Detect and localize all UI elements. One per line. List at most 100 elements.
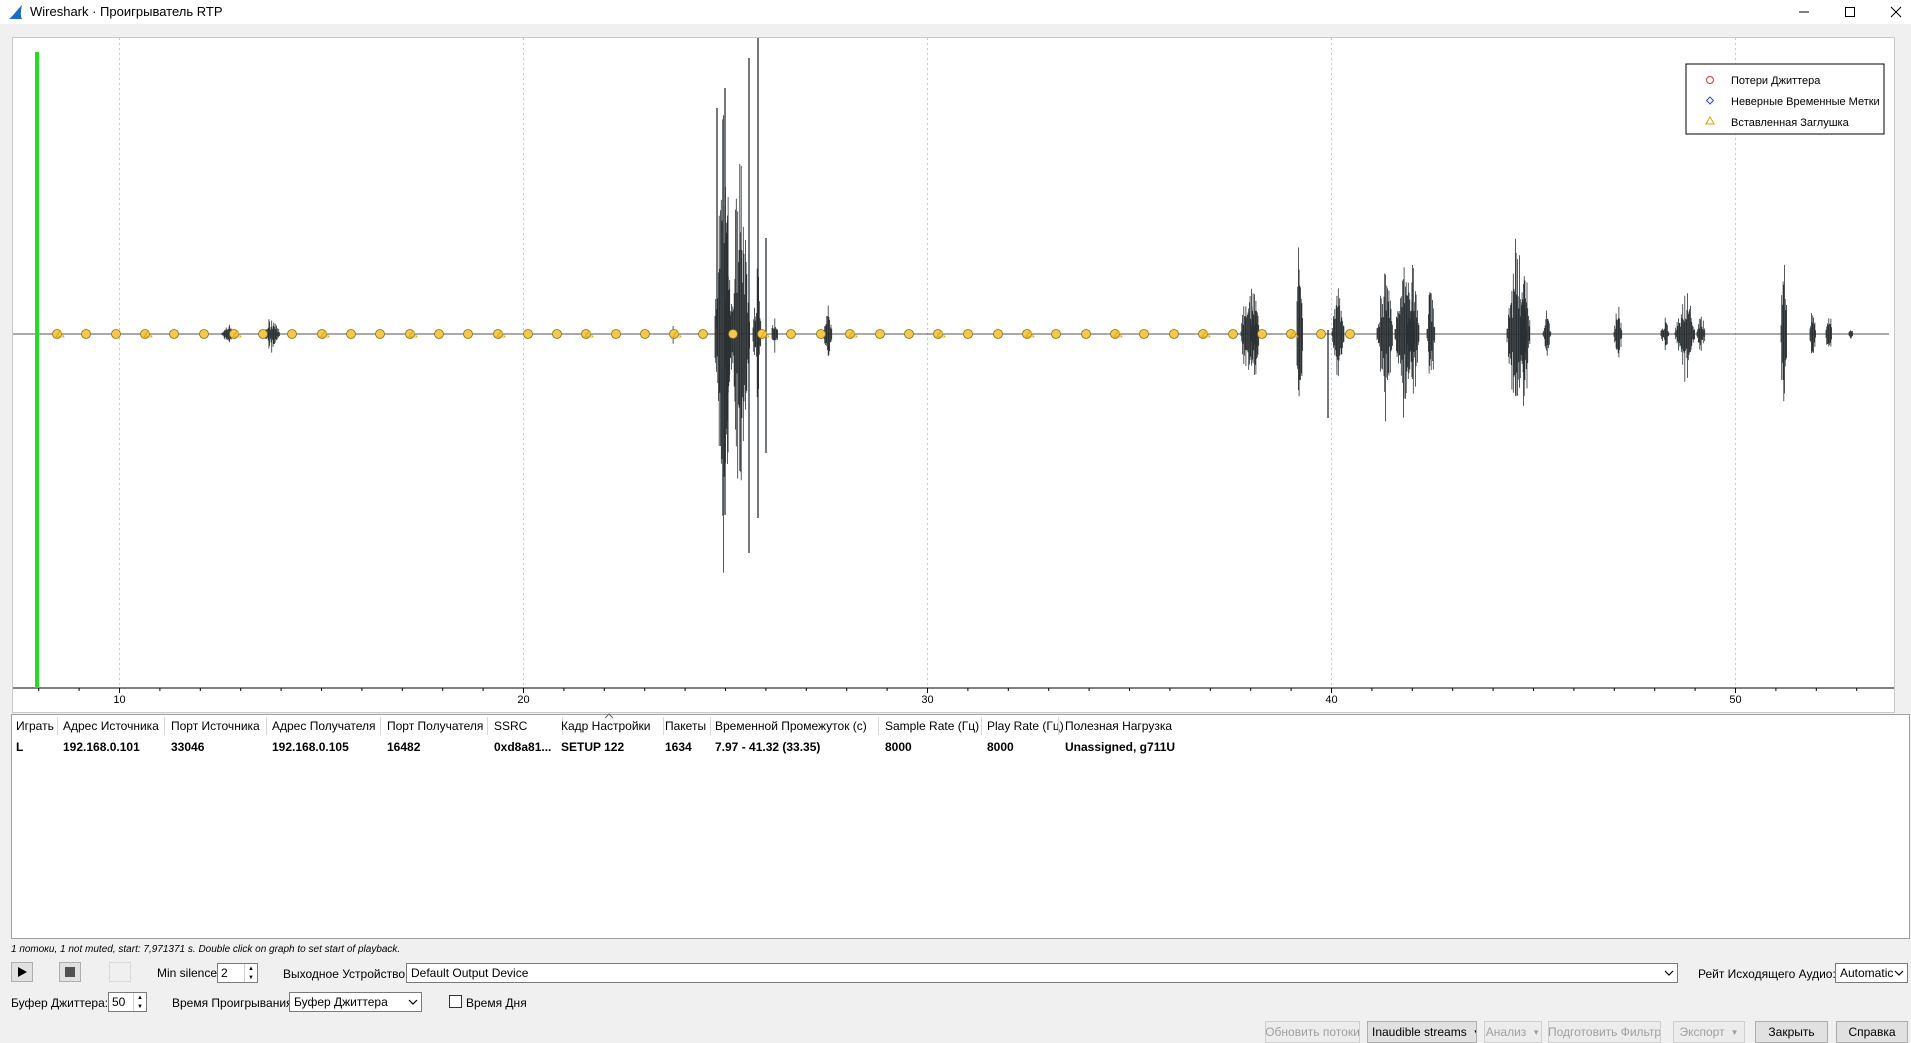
jitter-buffer-spinbox[interactable]: 50 ▲ ▼ bbox=[108, 992, 147, 1012]
output-device-label: Выходное Устройство: bbox=[283, 967, 409, 981]
wireshark-fin-icon bbox=[9, 5, 22, 19]
waveform-trace bbox=[221, 38, 1853, 573]
sort-indicator-icon bbox=[604, 713, 614, 719]
spin-down-icon[interactable]: ▼ bbox=[134, 1002, 146, 1011]
silence-marker bbox=[698, 329, 708, 339]
col-dst-addr[interactable]: Адрес Получателя bbox=[272, 719, 376, 733]
help-button[interactable]: Справка bbox=[1836, 1021, 1908, 1043]
col-time-span[interactable]: Временной Промежуток (с) bbox=[715, 719, 867, 733]
table-header: Играть Адрес Источника Порт Источника Ад… bbox=[12, 713, 1909, 735]
output-rate-label: Рейт Исходящего Аудио: bbox=[1698, 967, 1836, 981]
silence-marker bbox=[346, 329, 356, 339]
col-play-rate[interactable]: Play Rate (Гц) bbox=[987, 719, 1064, 733]
legend-inserted-silence: Вставленная Заглушка bbox=[1731, 117, 1850, 129]
cell-setup-frame: SETUP 122 bbox=[561, 740, 625, 754]
pause-button[interactable] bbox=[109, 962, 131, 982]
cell-dst-addr: 192.168.0.105 bbox=[272, 740, 349, 754]
col-play[interactable]: Играть bbox=[16, 719, 54, 733]
x-tick-label: 20 bbox=[517, 694, 529, 706]
silence-marker bbox=[816, 329, 826, 339]
chevron-down-icon bbox=[1664, 970, 1674, 976]
playback-time-select[interactable]: Буфер Джиттера bbox=[289, 992, 422, 1012]
rtp-waveform-graph[interactable]: 10 20 30 40 50 Потери Джиттера Неверные Врем… bbox=[12, 37, 1895, 713]
silence-marker bbox=[552, 329, 562, 339]
chevron-down-icon bbox=[1894, 970, 1904, 976]
col-setup-frame[interactable]: Кадр Настройки bbox=[561, 719, 651, 733]
silence-marker bbox=[199, 329, 209, 339]
playhead-marker[interactable] bbox=[35, 52, 39, 688]
silence-marker bbox=[875, 329, 885, 339]
jitter-buffer-label: Буфер Джиттера: bbox=[11, 996, 109, 1010]
silence-marker bbox=[463, 329, 473, 339]
window-title: Wireshark · Проигрыватель RTP bbox=[30, 4, 223, 19]
silence-marker bbox=[258, 329, 268, 339]
cell-ssrc: 0xd8a81... bbox=[494, 740, 552, 754]
silence-marker bbox=[640, 329, 650, 339]
dropdown-arrow-icon: ▼ bbox=[1532, 1027, 1541, 1037]
export-button[interactable]: Экспорт ▼ bbox=[1673, 1021, 1745, 1043]
spin-up-icon[interactable]: ▲ bbox=[245, 964, 257, 973]
silence-marker bbox=[786, 329, 796, 339]
maximize-button[interactable] bbox=[1827, 0, 1873, 24]
grid-lines bbox=[119, 38, 1736, 688]
inaudible-streams-button[interactable]: Inaudible streams▼ bbox=[1367, 1021, 1477, 1043]
min-silence-spinbox[interactable]: 2 ▲ ▼ bbox=[217, 963, 258, 983]
stop-icon bbox=[65, 967, 75, 977]
stop-button[interactable] bbox=[59, 962, 81, 982]
silence-marker bbox=[1316, 329, 1326, 339]
minimize-button[interactable] bbox=[1781, 0, 1827, 24]
close-icon bbox=[1890, 6, 1902, 18]
col-ssrc[interactable]: SSRC bbox=[494, 719, 527, 733]
silence-marker bbox=[287, 329, 297, 339]
status-hint: 1 потоки, 1 not muted, start: 7,971371 s… bbox=[11, 944, 401, 955]
silence-marker bbox=[169, 329, 179, 339]
cell-packets: 1634 bbox=[665, 740, 692, 754]
dropdown-arrow-icon: ▼ bbox=[1730, 1027, 1739, 1037]
time-of-day-checkbox[interactable] bbox=[449, 995, 462, 1008]
silence-marker bbox=[904, 329, 914, 339]
spin-down-icon[interactable]: ▼ bbox=[245, 973, 257, 982]
x-axis-ticks: 10 20 30 40 50 bbox=[38, 688, 1858, 706]
silence-marker bbox=[1345, 329, 1355, 339]
silence-marker bbox=[434, 329, 444, 339]
silence-marker bbox=[1228, 329, 1238, 339]
play-icon bbox=[18, 967, 27, 977]
refresh-streams-button[interactable]: Обновить потоки bbox=[1265, 1021, 1360, 1043]
col-src-addr[interactable]: Адрес Источника bbox=[63, 719, 159, 733]
min-silence-label: Min silence: bbox=[157, 966, 221, 980]
play-button[interactable] bbox=[11, 962, 33, 982]
analyze-button[interactable]: Анализ ▼ bbox=[1484, 1021, 1542, 1043]
col-dst-port[interactable]: Порт Получателя bbox=[387, 719, 483, 733]
minimize-icon bbox=[1799, 11, 1809, 13]
silence-marker bbox=[1051, 329, 1061, 339]
output-device-select[interactable]: Default Output Device bbox=[406, 963, 1678, 983]
col-payload[interactable]: Полезная Нагрузка bbox=[1065, 719, 1172, 733]
cell-src-addr: 192.168.0.101 bbox=[63, 740, 140, 754]
silence-marker bbox=[1139, 329, 1149, 339]
close-window-button[interactable] bbox=[1873, 0, 1911, 24]
col-src-port[interactable]: Порт Источника bbox=[171, 719, 260, 733]
chevron-down-icon bbox=[408, 999, 418, 1005]
silence-marker bbox=[728, 329, 738, 339]
cell-time-span: 7.97 - 41.32 (33.35) bbox=[715, 740, 821, 754]
output-rate-select[interactable]: Automatic bbox=[1835, 963, 1908, 983]
cell-play-rate: 8000 bbox=[987, 740, 1014, 754]
col-packets[interactable]: Пакеты bbox=[665, 719, 706, 733]
silence-marker bbox=[993, 329, 1003, 339]
waveform-plot[interactable]: 10 20 30 40 50 Потери Джиттера Неверные Врем… bbox=[13, 38, 1894, 712]
silence-marker bbox=[375, 329, 385, 339]
time-of-day-label: Время Дня bbox=[466, 996, 527, 1010]
spin-up-icon[interactable]: ▲ bbox=[134, 993, 146, 1002]
playback-time-label: Время Проигрывания: bbox=[172, 996, 296, 1010]
graph-legend: Потери Джиттера Неверные Временные Метки… bbox=[1685, 63, 1885, 135]
x-tick-label: 40 bbox=[1325, 694, 1337, 706]
silence-marker bbox=[1081, 329, 1091, 339]
col-sample-rate[interactable]: Sample Rate (Гц) bbox=[885, 719, 979, 733]
close-button[interactable]: Закрыть bbox=[1755, 1021, 1828, 1043]
silence-marker bbox=[1169, 329, 1179, 339]
streams-table[interactable]: Играть Адрес Источника Порт Источника Ад… bbox=[11, 713, 1910, 939]
prepare-filter-button[interactable]: Подготовить Фильтр bbox=[1548, 1021, 1661, 1043]
x-tick-label: 10 bbox=[113, 694, 125, 706]
cell-play: L bbox=[16, 740, 24, 754]
x-tick-label: 30 bbox=[921, 694, 933, 706]
